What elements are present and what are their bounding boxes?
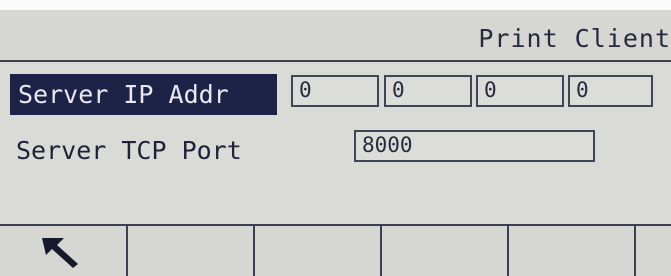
ip-octet-3-field[interactable]: 0 xyxy=(476,75,564,107)
ip-octet-1-field[interactable]: 0 xyxy=(291,75,379,107)
back-arrow-icon xyxy=(42,238,78,268)
softkey-bar xyxy=(0,224,671,276)
softkey-2[interactable] xyxy=(128,226,255,276)
softkey-5[interactable] xyxy=(509,226,636,276)
screen-title: Print Client xyxy=(478,24,671,53)
server-ip-label-text: Server IP Addr xyxy=(18,80,229,109)
title-bar: Print Client xyxy=(0,10,671,62)
softkey-3[interactable] xyxy=(255,226,382,276)
server-tcp-port-label: Server TCP Port xyxy=(16,136,242,165)
softkey-4[interactable] xyxy=(382,226,509,276)
ip-octet-2-field[interactable]: 0 xyxy=(384,75,472,107)
top-edge xyxy=(0,0,671,10)
ip-octet-4-field[interactable]: 0 xyxy=(568,75,653,107)
softkey-back[interactable] xyxy=(0,226,128,276)
softkey-6[interactable] xyxy=(636,226,671,276)
server-tcp-port-field[interactable]: 8000 xyxy=(354,130,595,162)
server-ip-label[interactable]: Server IP Addr xyxy=(10,74,277,115)
